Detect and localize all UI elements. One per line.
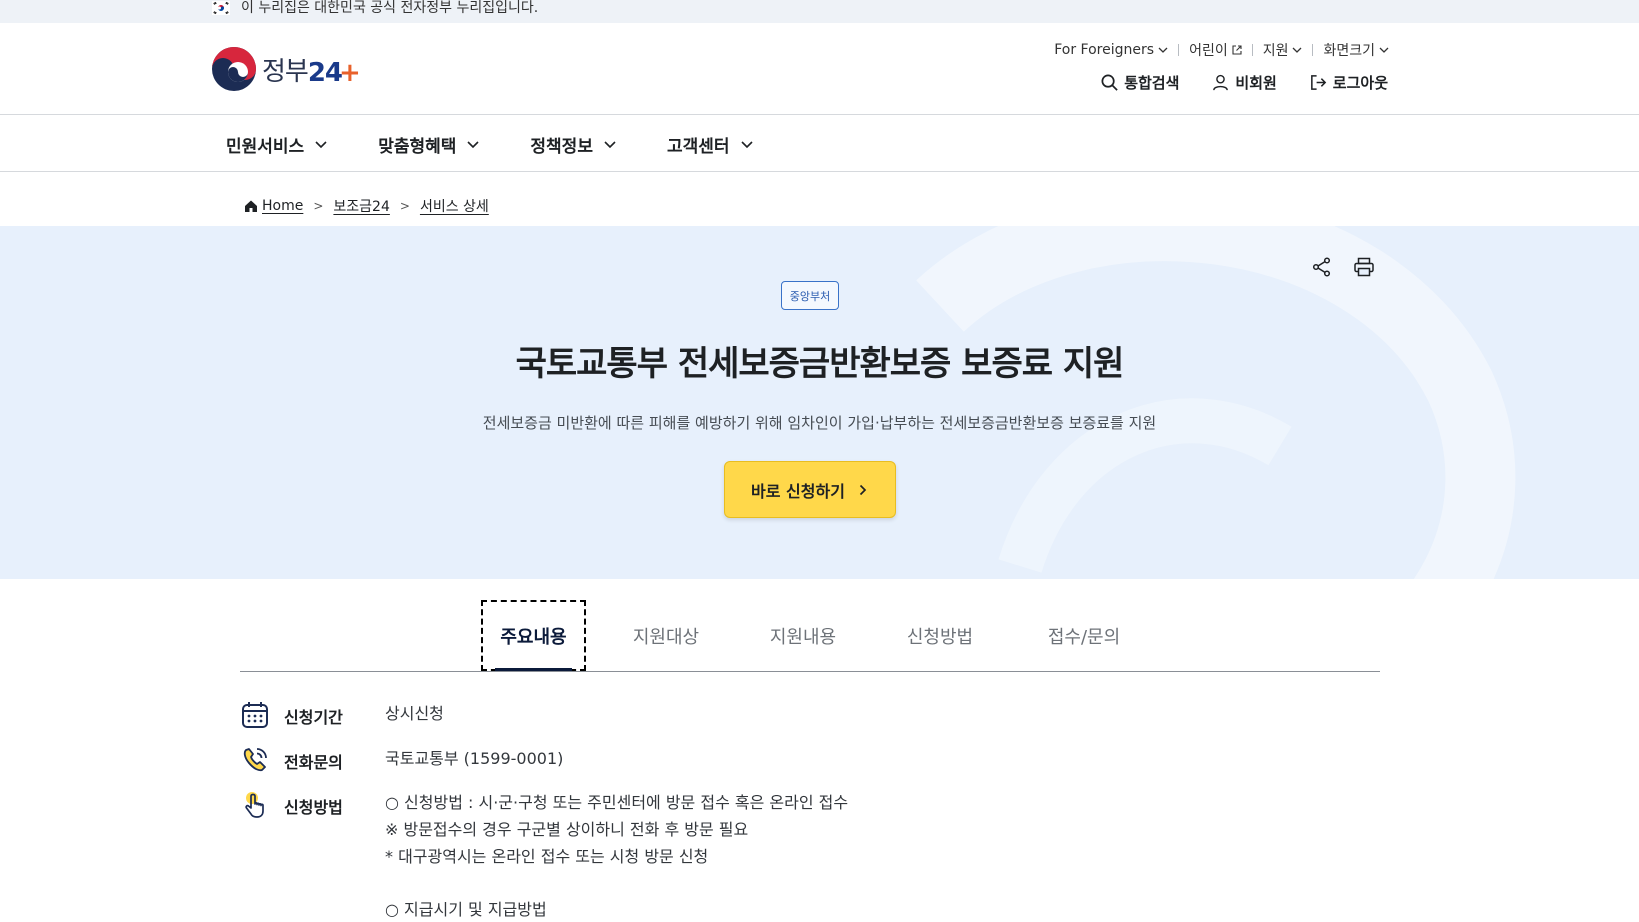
chevron-down-icon: [1293, 47, 1302, 53]
share-icon[interactable]: [1311, 256, 1333, 278]
gnb-civil-services[interactable]: 민원서비스: [226, 132, 328, 157]
search-icon: [1101, 74, 1118, 91]
method-line: ※ 방문접수의 경우 구군별 상이하니 전화 후 방문 필요: [385, 820, 749, 839]
method-value: ○ 신청방법 : 시·군·구청 또는 주민센터에 방문 접수 혹은 온라인 접수…: [385, 789, 848, 922]
external-link-icon: [1232, 45, 1242, 55]
site-header: 정부24+ For Foreigners 어린이 지원 화면크기 통합검색: [0, 23, 1639, 115]
chevron-right-icon: >: [399, 199, 410, 213]
logo-text: 정부 24 +: [262, 56, 361, 88]
chevron-down-icon: [1158, 47, 1168, 53]
method-label: 신청방법: [284, 798, 343, 817]
util-support[interactable]: 지원: [1263, 40, 1303, 60]
period-label: 신청기간: [284, 708, 343, 727]
breadcrumb-service-detail[interactable]: 서비스 상세: [420, 196, 489, 216]
gnb-customer-center[interactable]: 고객센터: [667, 132, 754, 157]
gnb-custom-benefits[interactable]: 맞춤형혜택: [378, 132, 480, 157]
utility-menu: For Foreigners 어린이 지원 화면크기: [1054, 40, 1389, 60]
breadcrumb-subsidy24[interactable]: 보조금24: [333, 196, 389, 216]
logout-button[interactable]: 로그아웃: [1309, 72, 1388, 93]
util-divider: [1178, 44, 1180, 56]
breadcrumb-home[interactable]: Home: [262, 198, 303, 214]
content-tabs: 주요내용 지원대상 지원내용 신청방법 접수/문의: [240, 600, 1380, 672]
logo-link[interactable]: 정부 24 +: [210, 45, 361, 93]
period-value: 상시신청: [385, 704, 444, 723]
phone-label: 전화문의: [284, 753, 343, 772]
phone-value: 국토교통부 (1599-0001): [385, 749, 564, 768]
service-hero: 중앙부처 국토교통부 전세보증금반환보증 보증료 지원 전세보증금 미반환에 따…: [0, 226, 1639, 579]
logout-icon: [1310, 75, 1327, 90]
phone-icon: [243, 748, 267, 772]
hand-pointer-icon: [245, 792, 264, 818]
tab-contact[interactable]: 접수/문의: [1029, 600, 1139, 671]
method-line: ○ 지급시기 및 지급방법: [385, 900, 547, 919]
chevron-right-icon: >: [313, 199, 324, 213]
guest-button[interactable]: 비회원: [1211, 72, 1277, 93]
method-line: * 대구광역시는 온라인 접수 또는 시청 방문 신청: [385, 847, 709, 866]
util-screen-size[interactable]: 화면크기: [1323, 40, 1389, 60]
tab-application-method[interactable]: 신청방법: [890, 600, 990, 671]
chevron-down-icon: [467, 141, 479, 149]
calendar-icon: [242, 702, 268, 728]
korea-flag-icon: [212, 1, 230, 15]
search-button[interactable]: 통합검색: [1100, 72, 1179, 93]
util-divider: [1251, 44, 1253, 56]
tab-main-content[interactable]: 주요내용: [481, 600, 586, 671]
page-title: 국토교통부 전세보증금반환보증 보증료 지원: [515, 344, 1125, 384]
method-line: ○ 신청방법 : 시·군·구청 또는 주민센터에 방문 접수 혹은 온라인 접수: [385, 793, 849, 812]
breadcrumb: Home > 보조금24 > 서비스 상세: [244, 196, 489, 216]
info-row-period: 신청기간 상시신청: [240, 702, 444, 730]
tab-support-content[interactable]: 지원내용: [753, 600, 853, 671]
util-divider: [1312, 44, 1314, 56]
gov-emblem-icon: [212, 47, 256, 91]
info-row-phone: 전화문의 국토교통부 (1599-0001): [240, 748, 563, 775]
apply-now-button[interactable]: 바로 신청하기: [724, 461, 896, 518]
gnb-policy-info[interactable]: 정책정보: [530, 132, 617, 157]
category-badge: 중앙부처: [781, 281, 839, 310]
chevron-down-icon: [315, 141, 327, 149]
chevron-down-icon: [740, 141, 753, 149]
chevron-right-icon: [859, 484, 867, 495]
tab-eligibility[interactable]: 지원대상: [616, 600, 716, 671]
main-navigation: 민원서비스 맞춤형혜택 정책정보 고객센터: [0, 116, 1639, 172]
util-kids[interactable]: 어린이: [1189, 40, 1242, 60]
chevron-down-icon: [604, 141, 616, 149]
user-icon: [1213, 74, 1229, 91]
home-icon: [245, 200, 257, 212]
method-line: [385, 870, 848, 896]
info-row-method: 신청방법 ○ 신청방법 : 시·군·구청 또는 주민센터에 방문 접수 혹은 온…: [240, 792, 848, 919]
header-actions: 통합검색 비회원 로그아웃: [1068, 72, 1388, 93]
background-emblem-decoration: [916, 226, 1516, 579]
gov-banner-text: 이 누리집은 대한민국 공식 전자정부 누리집입니다.: [241, 0, 539, 16]
chevron-down-icon: [1379, 47, 1389, 53]
gov-banner: 이 누리집은 대한민국 공식 전자정부 누리집입니다.: [0, 0, 1639, 23]
print-icon[interactable]: [1353, 256, 1375, 278]
util-foreigners[interactable]: For Foreigners: [1054, 42, 1168, 58]
page-subtitle: 전세보증금 미반환에 따른 피해를 예방하기 위해 임차인이 가입·납부하는 전…: [482, 414, 1157, 432]
